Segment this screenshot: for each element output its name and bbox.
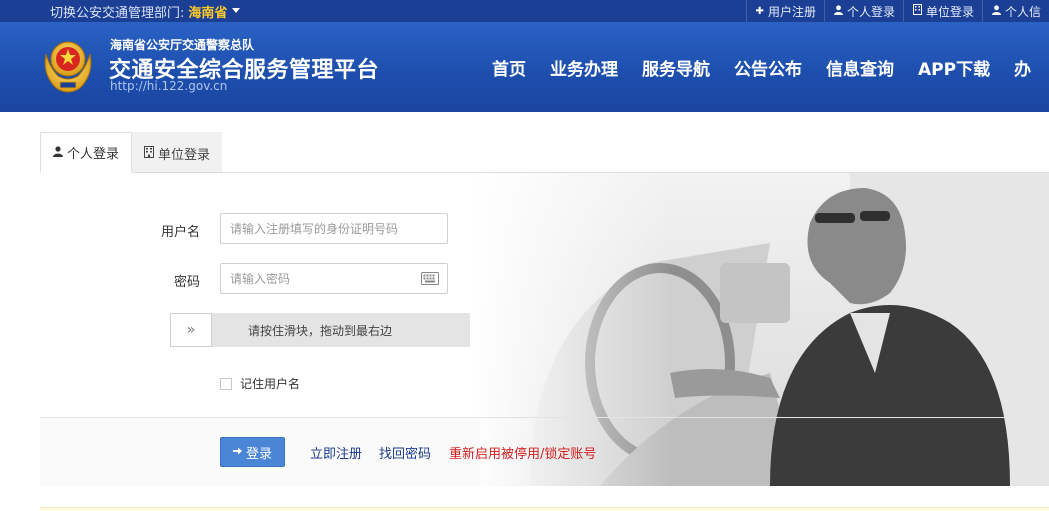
remember-checkbox[interactable] — [220, 377, 232, 390]
main-nav: 首页 业务办理 服务导航 公告公布 信息查询 APP下载 办 — [492, 55, 1049, 80]
building-icon — [912, 4, 922, 18]
nav-item-app-download[interactable]: APP下载 — [918, 55, 990, 80]
password-input[interactable]: 请输入密码 — [220, 263, 448, 294]
slider-instruction: 请按住滑块，拖动到最右边 — [248, 324, 393, 338]
slide-verify[interactable]: » 请按住滑块，拖动到最右边 — [170, 313, 470, 347]
driver-background-image — [470, 173, 1049, 486]
top-link-label: 用户注册 — [767, 4, 816, 19]
nav-item-info-query[interactable]: 信息查询 — [826, 55, 894, 80]
password-label: 密码 — [173, 275, 200, 290]
login-button[interactable]: 登录 — [220, 437, 285, 467]
double-chevron-right-icon: » — [186, 322, 196, 338]
caret-down-icon[interactable] — [232, 8, 241, 13]
top-link-personal-center[interactable]: 个人信 — [981, 0, 1049, 22]
top-link-personal-login[interactable]: 个人登录 — [823, 0, 903, 22]
top-link-label: 个人信 — [1004, 4, 1041, 19]
username-label: 用户名 — [160, 225, 200, 240]
user-icon — [833, 4, 843, 18]
top-link-register[interactable]: ✚ 用户注册 — [745, 0, 824, 22]
user-icon — [991, 4, 1001, 18]
organization-name: 海南省公安厅交通警察总队 — [110, 38, 255, 52]
reactivate-account-link[interactable]: 重新启用被停用/锁定账号 — [449, 443, 596, 462]
nav-item-service-guide[interactable]: 服务导航 — [642, 55, 710, 80]
user-icon — [53, 145, 63, 160]
remember-username[interactable]: 记住用户名 — [220, 375, 300, 392]
login-tabs: 个人登录 单位登录 — [40, 132, 223, 173]
find-password-link[interactable]: 找回密码 — [379, 443, 431, 462]
tab-unit-login[interactable]: 单位登录 — [132, 132, 223, 173]
register-link[interactable]: 立即注册 — [310, 443, 362, 462]
top-bar: 切换公安交通管理部门: 海南省 ✚ 用户注册 个人登录 单位登录 个人信 — [0, 0, 1049, 22]
tab-label: 个人登录 — [67, 147, 120, 162]
nav-item-announcements[interactable]: 公告公布 — [734, 55, 802, 80]
username-placeholder: 请输入注册填写的身份证明号码 — [230, 222, 399, 236]
top-links: ✚ 用户注册 个人登录 单位登录 个人信 — [745, 0, 1049, 22]
top-link-unit-login[interactable]: 单位登录 — [902, 0, 982, 22]
login-button-label: 登录 — [245, 446, 272, 462]
nav-item-more[interactable]: 办 — [1014, 55, 1031, 80]
tab-personal-login[interactable]: 个人登录 — [40, 132, 133, 173]
tab-label: 单位登录 — [158, 147, 211, 163]
tab-divider — [40, 172, 1049, 173]
province-name[interactable]: 海南省 — [188, 2, 227, 21]
top-link-label: 单位登录 — [925, 4, 974, 19]
nav-item-home[interactable]: 首页 — [492, 55, 526, 80]
department-label: 切换公安交通管理部门: — [50, 6, 185, 21]
keyboard-icon[interactable] — [421, 272, 439, 285]
slider-handle[interactable]: » — [170, 313, 212, 347]
username-input[interactable]: 请输入注册填写的身份证明号码 — [220, 213, 448, 244]
building-icon — [144, 145, 155, 161]
plus-icon: ✚ — [755, 5, 764, 17]
site-header: 海南省公安厅交通警察总队 交通安全综合服务管理平台 http://hi.122.… — [0, 22, 1049, 112]
sign-in-icon — [232, 446, 243, 459]
notice-bar — [40, 507, 1049, 511]
site-url: http://hi.122.gov.cn — [110, 79, 228, 93]
nav-item-business[interactable]: 业务办理 — [550, 55, 618, 80]
police-emblem-icon — [44, 41, 92, 93]
remember-label: 记住用户名 — [240, 377, 301, 391]
department-switcher[interactable]: 切换公安交通管理部门: 海南省 — [50, 2, 241, 21]
password-placeholder: 请输入密码 — [230, 272, 291, 286]
top-link-label: 个人登录 — [846, 4, 895, 19]
